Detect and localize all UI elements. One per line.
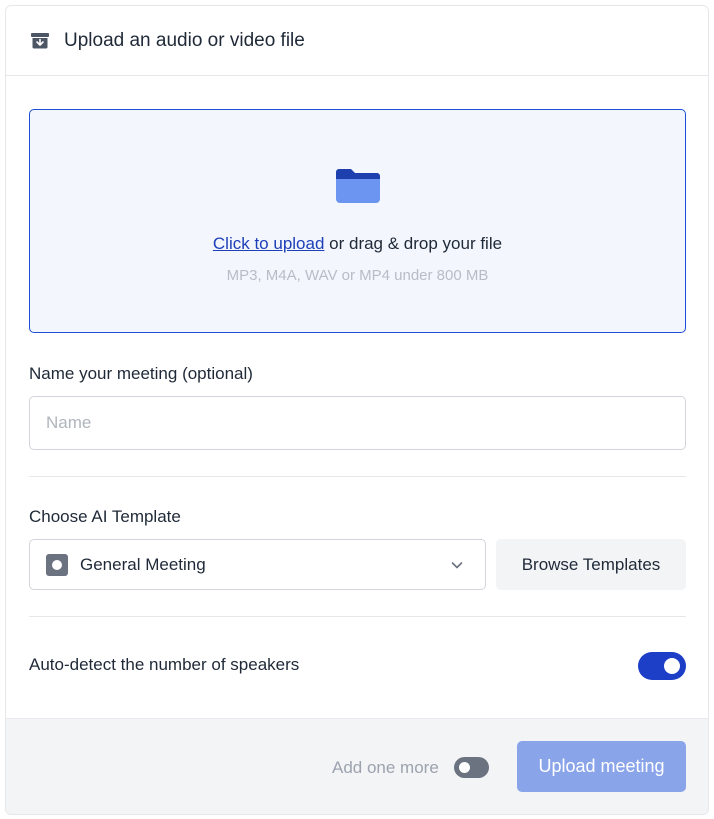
upload-dialog: Upload an audio or video file Click to u…: [5, 5, 709, 815]
dropzone-prompt-rest: or drag & drop your file: [324, 234, 503, 253]
dialog-title: Upload an audio or video file: [64, 29, 305, 51]
auto-detect-speakers-toggle[interactable]: [638, 652, 686, 680]
dropzone-prompt: Click to upload or drag & drop your file: [30, 234, 685, 254]
toggle-knob: [664, 658, 680, 674]
template-selected-value: General Meeting: [80, 554, 206, 574]
divider: [29, 476, 686, 477]
template-select[interactable]: General Meeting: [29, 539, 486, 590]
archive-box-icon: [30, 31, 50, 51]
add-one-more-label: Add one more: [332, 758, 439, 777]
dialog-footer: Add one more Upload meeting: [6, 718, 708, 814]
meeting-name-label: Name your meeting (optional): [29, 364, 253, 383]
upload-meeting-button[interactable]: Upload meeting: [517, 741, 686, 792]
dropzone-hint: MP3, M4A, WAV or MP4 under 800 MB: [226, 267, 489, 284]
divider: [29, 616, 686, 617]
auto-detect-speakers-label: Auto-detect the number of speakers: [29, 655, 300, 674]
folder-icon: [334, 166, 382, 206]
click-to-upload-link[interactable]: Click to upload: [213, 234, 325, 253]
meeting-name-input[interactable]: [29, 396, 686, 450]
toggle-knob: [459, 762, 470, 773]
file-dropzone[interactable]: Click to upload or drag & drop your file…: [29, 109, 686, 333]
dialog-header: Upload an audio or video file: [6, 6, 708, 76]
chevron-down-icon: [449, 557, 465, 573]
template-label: Choose AI Template: [29, 507, 181, 526]
browse-templates-button[interactable]: Browse Templates: [496, 539, 686, 590]
add-one-more-toggle[interactable]: [454, 757, 489, 778]
template-icon: [46, 553, 68, 576]
